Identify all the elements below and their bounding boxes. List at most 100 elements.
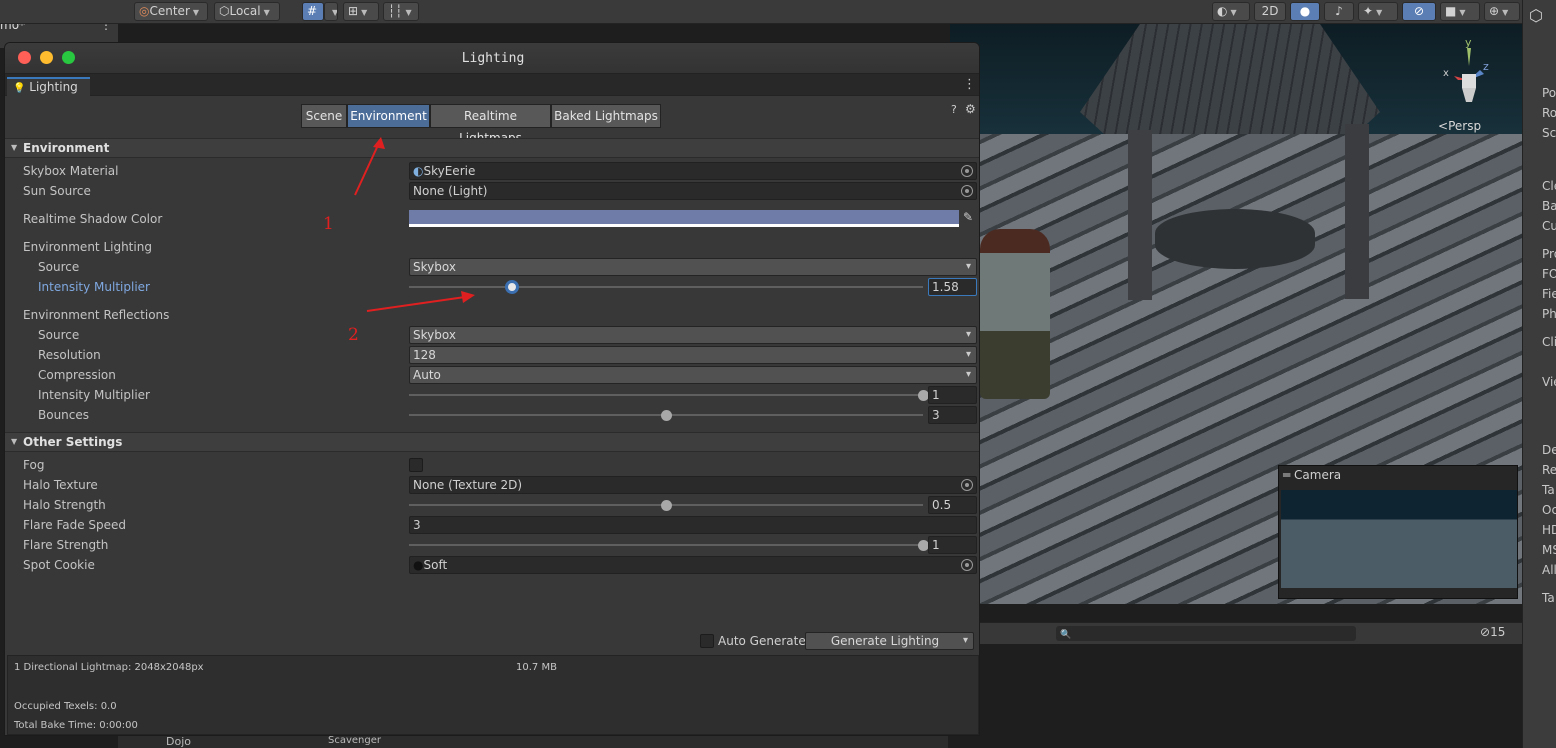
skybox-material-field[interactable]: ◐SkyEerie xyxy=(409,162,977,180)
lightbulb-icon: ● xyxy=(1299,4,1311,18)
inspector-field-label: Cli xyxy=(1542,335,1556,349)
lighting-source-dropdown[interactable]: Skybox xyxy=(409,258,977,276)
intensity-slider-handle[interactable] xyxy=(504,280,519,294)
sphere-icon: ◐ xyxy=(1217,4,1228,18)
gizmos-dropdown[interactable]: ⊕ ▼ xyxy=(1484,2,1520,21)
chevron-down-icon: ▼ xyxy=(263,8,270,17)
halo-texture-field[interactable]: None (Texture 2D) xyxy=(409,476,977,494)
pivot-local-dropdown[interactable]: ⬡Local ▼ xyxy=(214,2,280,21)
flare-fade-speed-label: Flare Fade Speed xyxy=(23,518,127,532)
tab-environment[interactable]: Environment xyxy=(347,104,430,128)
hierarchy-bottom-strip: Dojo Scavenger xyxy=(118,735,948,748)
center-icon: ◎ xyxy=(139,4,150,18)
gear-icon[interactable]: ⚙ xyxy=(965,102,976,116)
hierarchy-item[interactable]: Scavenger xyxy=(328,735,381,746)
increment-snap-button[interactable]: ┆┆ ▼ xyxy=(383,2,419,21)
inspector-field-label: Po xyxy=(1542,86,1556,100)
reflection-source-dropdown[interactable]: Skybox xyxy=(409,326,977,344)
inspector-field-label: FO xyxy=(1542,267,1556,281)
hidden-objects-toggle[interactable]: ⊘ xyxy=(1402,2,1436,21)
occupied-texels: Occupied Texels: 0.0 xyxy=(14,701,117,712)
object-picker-icon[interactable] xyxy=(961,559,973,571)
fog-checkbox[interactable] xyxy=(409,458,423,472)
inspector-field-label: Ro xyxy=(1542,106,1556,120)
persp-label[interactable]: <Persp xyxy=(1438,119,1481,133)
lighting-window[interactable]: Lighting 💡 Lighting ⋮ Scene Environment … xyxy=(4,42,980,736)
resolution-dropdown[interactable]: 128 xyxy=(409,346,977,364)
inspector-panel: ⬡ Po Ro Sc Cle Ba Cu Pro FO Fie Ph Cli Vie De Re Ta Oc H… xyxy=(1522,0,1556,748)
camera-settings-dropdown[interactable]: ■ ▼ xyxy=(1440,2,1480,21)
fog-label: Fog xyxy=(23,458,45,472)
spot-cookie-label: Spot Cookie xyxy=(23,558,95,572)
compression-dropdown[interactable]: Auto xyxy=(409,366,977,384)
eyedropper-icon[interactable]: ✎ xyxy=(963,210,973,224)
audio-toggle-button[interactable]: ♪ xyxy=(1324,2,1354,21)
chevron-down-icon: ▼ xyxy=(192,8,200,17)
reflection-intensity-track[interactable] xyxy=(409,394,923,396)
chevron-down-icon: ▼ xyxy=(1459,8,1466,17)
lighting-toggle-button[interactable]: ● xyxy=(1290,2,1320,21)
annotation-arrow-2 xyxy=(366,291,475,312)
total-bake-time: Total Bake Time: 0:00:00 xyxy=(14,720,138,731)
tab-scene[interactable]: Scene xyxy=(301,104,347,128)
reflection-intensity-value[interactable]: 1 xyxy=(928,386,977,404)
mode-2d-button[interactable]: 2D xyxy=(1254,2,1286,21)
orientation-gizmo[interactable]: y z x xyxy=(1440,36,1500,106)
environment-section-header[interactable]: ▼ Environment xyxy=(5,138,979,158)
halo-strength-value[interactable]: 0.5 xyxy=(928,496,977,514)
other-settings-section-header[interactable]: ▼ Other Settings xyxy=(5,432,979,452)
svg-text:y: y xyxy=(1465,36,1472,49)
local-cube-icon: ⬡ xyxy=(219,4,230,18)
tab-baked-lightmaps[interactable]: Baked Lightmaps xyxy=(551,104,661,128)
hierarchy-item[interactable]: Dojo xyxy=(166,735,191,748)
flare-fade-speed-field[interactable]: 3 xyxy=(409,516,977,534)
eye-slash-icon: ⊘ xyxy=(1413,4,1425,18)
effects-dropdown[interactable]: ✦ ▼ xyxy=(1358,2,1398,21)
pivot-center-dropdown[interactable]: ◎Center ▼ xyxy=(134,2,208,21)
inspector-field-label: Cu xyxy=(1542,219,1556,233)
character[interactable] xyxy=(980,229,1050,399)
search-input[interactable]: 🔍 xyxy=(1056,626,1356,641)
object-picker-icon[interactable] xyxy=(961,165,973,177)
intensity-multiplier-label: Intensity Multiplier xyxy=(38,280,150,294)
camera-preview[interactable]: ═ Camera xyxy=(1278,465,1518,599)
gazebo-pillar xyxy=(1128,130,1152,300)
shadow-color-swatch[interactable] xyxy=(409,210,959,227)
window-titlebar[interactable]: Lighting xyxy=(5,43,979,74)
object-picker-icon[interactable] xyxy=(961,185,973,197)
flare-strength-track[interactable] xyxy=(409,544,923,546)
help-icon[interactable]: ? xyxy=(951,103,957,116)
search-icon: 🔍 xyxy=(1060,630,1072,640)
foldout-triangle-icon: ▼ xyxy=(11,437,18,446)
tab-bar: 💡 Lighting ⋮ xyxy=(5,74,979,97)
grid-visibility-button[interactable]: ⊞ ▼ xyxy=(343,2,379,21)
halo-strength-handle[interactable] xyxy=(661,500,672,511)
grid-snap-dropdown[interactable]: ▼ xyxy=(324,2,338,21)
visible-count-badge[interactable]: ⊘15 xyxy=(1480,625,1505,639)
auto-generate-checkbox[interactable] xyxy=(700,634,714,648)
generate-lighting-button[interactable]: Generate Lighting xyxy=(805,632,974,650)
more-options-icon[interactable]: ⋮ xyxy=(963,77,976,92)
inspector-field-label: Cle xyxy=(1542,179,1556,193)
flare-strength-label: Flare Strength xyxy=(23,538,109,552)
bounces-value-field[interactable]: 3 xyxy=(928,406,977,424)
sun-source-field[interactable]: None (Light) xyxy=(409,182,977,200)
tab-lighting[interactable]: 💡 Lighting xyxy=(7,77,90,97)
shading-mode-dropdown[interactable]: ◐ ▼ xyxy=(1212,2,1250,21)
well xyxy=(1155,209,1315,269)
annotation-number-1: 1 xyxy=(323,214,334,234)
bounces-slider-handle[interactable] xyxy=(661,410,672,421)
inspector-field-label: Ta xyxy=(1542,483,1555,497)
camera-preview-title: ═ Camera xyxy=(1283,468,1342,482)
flare-strength-value[interactable]: 1 xyxy=(928,536,977,554)
grid-snap-button[interactable]: # xyxy=(302,2,324,21)
object-picker-icon[interactable] xyxy=(961,479,973,491)
tab-realtime-lightmaps[interactable]: Realtime Lightmaps xyxy=(430,104,551,145)
spot-cookie-field[interactable]: ●Soft xyxy=(409,556,977,574)
scene-view[interactable]: y z x <Persp ═ Camera xyxy=(950,24,1522,604)
intensity-slider-track[interactable] xyxy=(409,286,923,288)
chevron-down-icon: ▼ xyxy=(1230,8,1237,17)
material-sphere-icon: ◐ xyxy=(413,164,424,178)
inspector-field-label: Ta xyxy=(1542,591,1555,605)
intensity-value-field[interactable]: 1.58 xyxy=(928,278,977,296)
